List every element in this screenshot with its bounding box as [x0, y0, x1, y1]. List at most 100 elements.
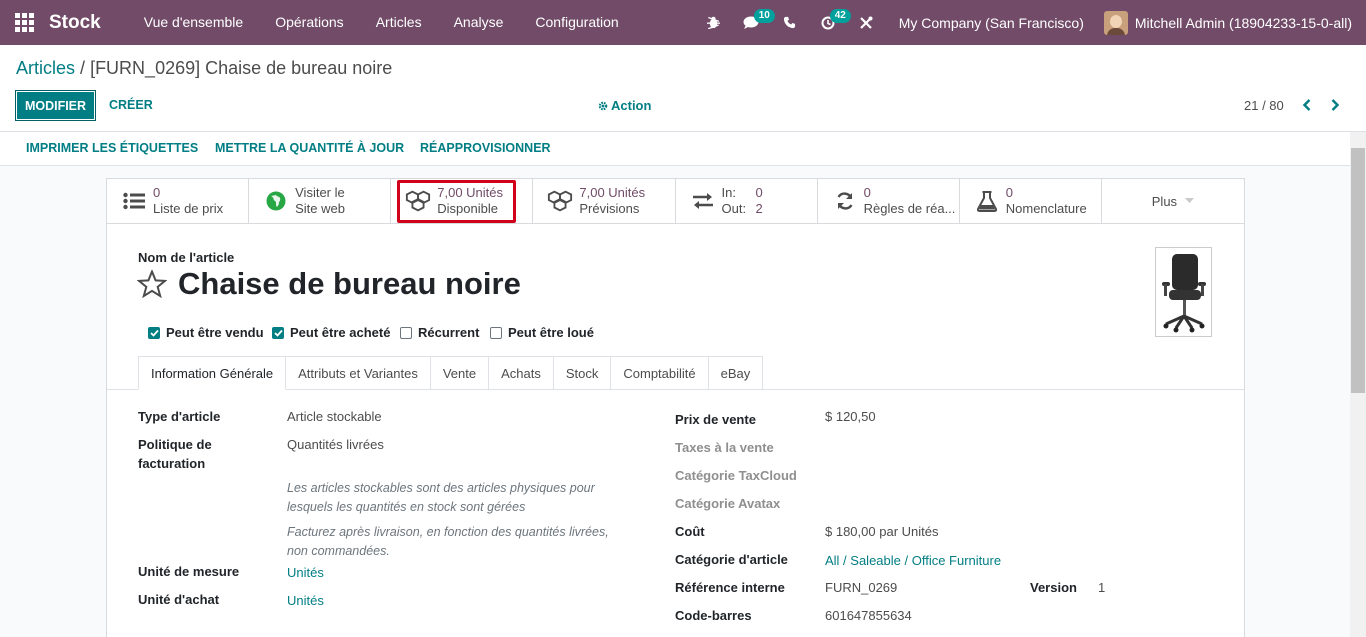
bom-smart-button[interactable]: 0 Nomenclature — [960, 179, 1102, 223]
can-be-sold-label: Peut être vendu — [166, 325, 264, 340]
pager-value[interactable]: 21 / 80 — [1244, 98, 1284, 113]
reorder-rules-count: 0 — [863, 185, 871, 200]
tab-purchase[interactable]: Achats — [489, 356, 554, 390]
help-text-line: Les articles stockables sont des article… — [287, 481, 595, 495]
favorite-star-icon[interactable] — [136, 268, 168, 301]
cost-field[interactable]: $ 180,00 par Unités — [825, 524, 938, 539]
version-field[interactable]: 1 — [1098, 580, 1105, 595]
bug-icon[interactable] — [695, 0, 733, 45]
main-menu: Vue d'ensemble Opérations Articles Analy… — [128, 0, 635, 45]
in-out-smart-button[interactable]: In: 0 Out: 2 — [676, 179, 818, 223]
print-labels-button[interactable]: IMPRIMER LES ÉTIQUETTES — [26, 141, 198, 155]
uom-field[interactable]: Unités — [287, 565, 324, 580]
taxcloud-category-label: Catégorie TaxCloud — [675, 468, 797, 483]
out-label: Out: — [721, 201, 747, 216]
tools-icon[interactable] — [847, 0, 885, 45]
tab-inventory[interactable]: Stock — [553, 356, 612, 390]
tab-accounting[interactable]: Comptabilité — [611, 356, 709, 390]
in-value: 0 — [755, 185, 763, 200]
form-sheet: 0 Liste de prix Visiter le Site web 7,00… — [106, 178, 1245, 637]
flask-icon — [974, 188, 1000, 214]
checkbox-checked-icon — [148, 326, 160, 339]
menu-operations[interactable]: Opérations — [259, 0, 359, 45]
update-quantity-button[interactable]: METTRE LA QUANTITÉ À JOUR — [215, 141, 404, 155]
breadcrumb-current: [FURN_0269] Chaise de bureau noire — [90, 58, 393, 78]
tab-general-information[interactable]: Information Générale — [138, 356, 287, 390]
checkbox-checked-icon — [272, 326, 284, 339]
pager-previous-icon[interactable] — [1299, 96, 1315, 114]
apps-menu-icon[interactable] — [0, 0, 48, 45]
pricelist-label: Liste de prix — [153, 201, 224, 216]
reorder-rules-label: Règles de réa... — [863, 201, 956, 216]
recurring-checkbox[interactable]: Récurrent — [400, 325, 479, 340]
internal-reference-label: Référence interne — [675, 580, 785, 595]
replenish-button[interactable]: RÉAPPROVISIONNER — [420, 141, 551, 155]
action-menu[interactable]: Action — [598, 98, 651, 113]
product-type-help: Les articles stockables sont des article… — [287, 479, 627, 517]
cost-unit: par Unités — [879, 524, 939, 539]
invoice-policy-help: Facturez après livraison, en fonction de… — [287, 523, 627, 561]
available-label: Disponible — [437, 201, 498, 216]
pricelist-smart-button[interactable]: 0 Liste de prix — [107, 179, 250, 223]
website-smart-button[interactable]: Visiter le Site web — [249, 179, 392, 223]
reorder-rules-smart-button[interactable]: 0 Règles de réa... — [818, 179, 960, 223]
systray: 10 42 My Company (San Francisco) Mitchel… — [695, 0, 1366, 45]
available-smart-button[interactable]: 7,00 Unités Disponible — [391, 179, 534, 223]
product-category-label: Catégorie d'article — [675, 552, 788, 567]
product-type-field[interactable]: Article stockable — [287, 409, 382, 424]
notebook-tabs: Information Générale Attributs et Varian… — [138, 356, 764, 390]
checkbox-unchecked-icon — [490, 326, 502, 339]
barcode-field[interactable]: 601647855634 — [825, 608, 912, 623]
sale-taxes-label: Taxes à la vente — [675, 440, 774, 455]
office-chair-icon — [1161, 254, 1206, 333]
breadcrumb-articles[interactable]: Articles — [16, 58, 75, 78]
can-be-rented-label: Peut être loué — [508, 325, 594, 340]
internal-reference-field[interactable]: FURN_0269 — [825, 580, 897, 595]
user-name: Mitchell Admin (18904233-15-0-all) — [1134, 14, 1352, 31]
help-text-line: lesquels les quantités en stock sont gér… — [287, 500, 526, 514]
product-category-field[interactable]: All / Saleable / Office Furniture — [825, 553, 1001, 568]
gear-icon — [598, 101, 608, 110]
purchase-uom-label: Unité d'achat — [138, 592, 220, 607]
app-name[interactable]: Stock — [49, 12, 101, 34]
help-text-line: Facturez après livraison, en fonction de… — [287, 525, 609, 539]
breadcrumb: Articles / [FURN_0269] Chaise de bureau … — [16, 58, 392, 79]
tab-attributes-variants[interactable]: Attributs et Variantes — [286, 356, 431, 390]
menu-products[interactable]: Articles — [360, 0, 438, 45]
menu-reporting[interactable]: Analyse — [438, 0, 520, 45]
uom-label: Unité de mesure — [138, 564, 240, 579]
bom-count: 0 — [1005, 185, 1013, 200]
user-menu[interactable]: Mitchell Admin (18904233-15-0-all) — [1103, 10, 1366, 35]
sale-price-field[interactable]: $ 120,50 — [825, 409, 876, 424]
checkbox-unchecked-icon — [400, 326, 412, 339]
menu-overview[interactable]: Vue d'ensemble — [128, 0, 259, 45]
can-be-purchased-label: Peut être acheté — [290, 325, 391, 340]
breadcrumb-separator: / — [80, 58, 86, 78]
smart-buttons: 0 Liste de prix Visiter le Site web 7,00… — [107, 179, 1244, 224]
bom-label: Nomenclature — [1005, 201, 1087, 216]
can-be-sold-checkbox[interactable]: Peut être vendu — [148, 325, 264, 340]
phone-icon[interactable] — [771, 0, 809, 45]
product-image[interactable] — [1155, 247, 1212, 337]
scrollbar-thumb[interactable] — [1351, 148, 1365, 393]
exchange-icon — [690, 188, 716, 214]
forecast-smart-button[interactable]: 7,00 Unités Prévisions — [533, 179, 676, 223]
cubes-icon — [547, 188, 573, 214]
purchase-uom-field[interactable]: Unités — [287, 593, 324, 608]
edit-button[interactable]: MODIFIER — [15, 90, 96, 121]
tab-ebay[interactable]: eBay — [708, 356, 764, 390]
can-be-purchased-checkbox[interactable]: Peut être acheté — [272, 325, 390, 340]
can-be-rented-checkbox[interactable]: Peut être loué — [490, 325, 594, 340]
tab-sales[interactable]: Vente — [430, 356, 490, 390]
product-name[interactable]: Chaise de bureau noire — [178, 266, 521, 302]
company-switcher[interactable]: My Company (San Francisco) — [885, 15, 1104, 31]
more-smart-button[interactable]: Plus — [1102, 179, 1244, 223]
pager-next-icon[interactable] — [1327, 96, 1343, 114]
out-value: 2 — [755, 201, 763, 216]
menu-configuration[interactable]: Configuration — [519, 0, 634, 45]
create-button[interactable]: CRÉER — [109, 98, 153, 112]
more-label: Plus — [1151, 193, 1178, 209]
chat-icon[interactable]: 10 — [733, 0, 775, 45]
invoice-policy-field[interactable]: Quantités livrées — [287, 437, 384, 452]
activity-clock-icon[interactable]: 42 — [809, 0, 851, 45]
